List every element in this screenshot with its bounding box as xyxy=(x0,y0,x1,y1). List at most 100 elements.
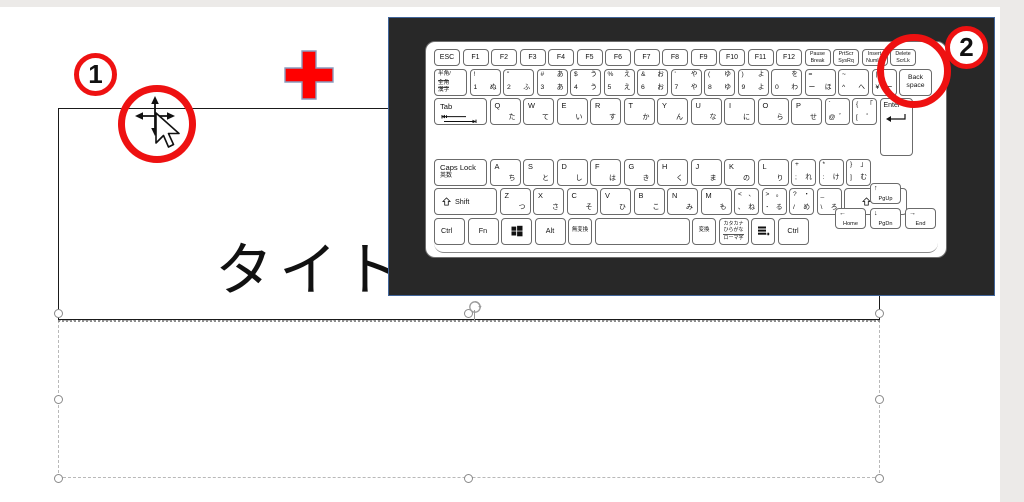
resize-handle-top-right[interactable] xyxy=(875,309,884,318)
key-glyph-br: え xyxy=(623,84,631,92)
key-o: O ら xyxy=(757,98,789,125)
ime-mode-key xyxy=(751,217,775,245)
key-shift-left: Shift xyxy=(434,188,497,215)
key-glyph-tl: O xyxy=(762,101,769,110)
key-glyph-br: と xyxy=(542,174,549,182)
key-f7: F7 xyxy=(633,49,660,66)
key-glyph-tl: J xyxy=(695,161,700,171)
key-glyph-br: む xyxy=(860,174,867,182)
key-glyph-tl: < xyxy=(738,190,742,198)
key-j: J ま xyxy=(690,158,722,186)
key-glyph-tr: 」 xyxy=(860,161,867,168)
key-q: Q た xyxy=(489,98,521,125)
key-k: K の xyxy=(724,158,755,186)
rotate-handle-icon[interactable] xyxy=(468,300,482,314)
key-z: Z つ xyxy=(499,188,531,215)
key-label: F12 xyxy=(782,54,796,61)
key-glyph-tl: B xyxy=(638,191,644,200)
window-chrome-right-strip xyxy=(1000,0,1024,502)
key-glyph-tl: D xyxy=(561,161,567,171)
resize-handle-bottom-center[interactable] xyxy=(464,474,473,483)
key-glyph-tl: V xyxy=(605,191,610,200)
key-glyph-bl: 4 xyxy=(574,84,578,92)
key-muhenkan: 無変換 xyxy=(568,217,592,245)
key-glyph-tl: $ xyxy=(574,71,578,78)
key-glyph-tr: ゆ xyxy=(724,71,731,78)
key-t: T か xyxy=(623,98,655,125)
key-glyph-br: ぬ xyxy=(489,84,497,92)
key-glyph-br: お xyxy=(657,84,664,92)
key-at-dakuten: ` @ ゛ xyxy=(824,98,850,125)
key-home: ← Home xyxy=(835,208,866,229)
key-glyph-bl: 6 xyxy=(641,84,645,92)
key-glyph-tl: M xyxy=(705,191,712,200)
resize-handle-bottom-left[interactable] xyxy=(54,474,63,483)
resize-handle-middle-left[interactable] xyxy=(54,395,63,404)
key-label: Home xyxy=(843,220,858,227)
key-glyph-br: り xyxy=(776,174,784,182)
key-6-o: & お 6 お xyxy=(637,68,668,96)
key-x: X さ xyxy=(533,188,564,215)
key-glyph-tl: } xyxy=(850,161,853,168)
resize-handle-bottom-right[interactable] xyxy=(875,474,884,483)
key-glyph-br: て xyxy=(542,114,549,121)
screenshot-root: タイトルを入力 ESC F1 F2 F3 F4 F5 F6 F7 F8 F9 F… xyxy=(0,0,1024,502)
key-label: F3 xyxy=(528,54,537,61)
key-4-u: $ う 4 う xyxy=(570,68,601,96)
key-9-yo: ) よ 9 よ xyxy=(737,68,769,96)
tab-arrows-icon xyxy=(441,114,477,123)
key-0-wa: を 0 わ xyxy=(771,68,802,96)
key-e: E い xyxy=(556,98,588,125)
key-glyph-bl: 9 xyxy=(741,84,746,92)
key-glyph-bl: ､ xyxy=(738,203,742,211)
key-f9: F9 xyxy=(690,49,717,66)
key-semicolon-re: + ; れ xyxy=(791,158,816,186)
key-label: F10 xyxy=(725,54,739,61)
key-glyph-br: る xyxy=(775,203,783,211)
key-glyph-br: し xyxy=(575,174,583,182)
key-glyph-bl: ¥ xyxy=(875,84,880,92)
key-glyph-bl: ･ xyxy=(765,203,769,211)
key-1-nu: ! 1 ぬ xyxy=(469,68,501,96)
key-glyph-tl: C xyxy=(571,191,577,200)
resize-handle-top-left[interactable] xyxy=(54,309,63,318)
key-glyph-tl: > xyxy=(765,190,770,198)
key-label: F6 xyxy=(613,54,623,61)
key-label: PgUp xyxy=(878,195,893,202)
key-f3: F3 xyxy=(519,49,546,66)
key-glyph-br: ま xyxy=(709,174,717,182)
subtitle-placeholder-box[interactable] xyxy=(58,320,880,478)
key-glyph-tr: あ xyxy=(556,71,564,78)
keyboard-graphic: ESC F1 F2 F3 F4 F5 F6 F7 F8 F9 F10 F11 F… xyxy=(425,41,947,258)
key-glyph-tl: S xyxy=(528,161,533,171)
key-caps-lock: Caps Lock 英数 xyxy=(434,158,487,186)
key-glyph-br: ら xyxy=(776,114,784,121)
key-glyph-tl: " xyxy=(507,71,510,78)
key-glyph-tl: ) xyxy=(741,71,744,78)
slide-canvas[interactable]: タイトルを入力 ESC F1 F2 F3 F4 F5 F6 F7 F8 F9 F… xyxy=(0,7,1000,502)
resize-handle-middle-right[interactable] xyxy=(875,395,884,404)
key-f2: F2 xyxy=(491,49,517,66)
key-end: → End xyxy=(905,208,936,229)
key-glyph-tl: ' xyxy=(674,71,676,78)
backspace-highlight-ring xyxy=(877,34,951,108)
keyboard-function-row: ESC F1 F2 F3 F4 F5 F6 F7 F8 F9 F10 F11 F… xyxy=(434,49,938,66)
key-glyph-tl: U xyxy=(695,101,701,110)
key-glyph-bl: 1 xyxy=(473,84,478,92)
arrow-down-icon: ↓ xyxy=(874,210,878,217)
key-glyph-bl: @ xyxy=(828,113,836,121)
key-g: G き xyxy=(623,158,655,186)
key-label: F4 xyxy=(556,54,566,61)
key-f4: F4 xyxy=(548,49,574,66)
key-glyph-br: ひ xyxy=(619,204,626,211)
key-glyph-bl: \ xyxy=(820,203,823,211)
key-glyph-tl: R xyxy=(595,101,601,110)
key-l: L り xyxy=(757,158,789,186)
key-label-bottom: 漢字 xyxy=(438,87,450,93)
key-glyph-tl: _ xyxy=(820,190,825,198)
key-label-bottom: 英数 xyxy=(440,172,453,179)
key-glyph-br: そ xyxy=(585,204,593,211)
key-glyph-br: き xyxy=(642,174,650,182)
key-glyph-br: よ xyxy=(757,84,765,92)
key-glyph-br: ゆ xyxy=(724,84,731,92)
